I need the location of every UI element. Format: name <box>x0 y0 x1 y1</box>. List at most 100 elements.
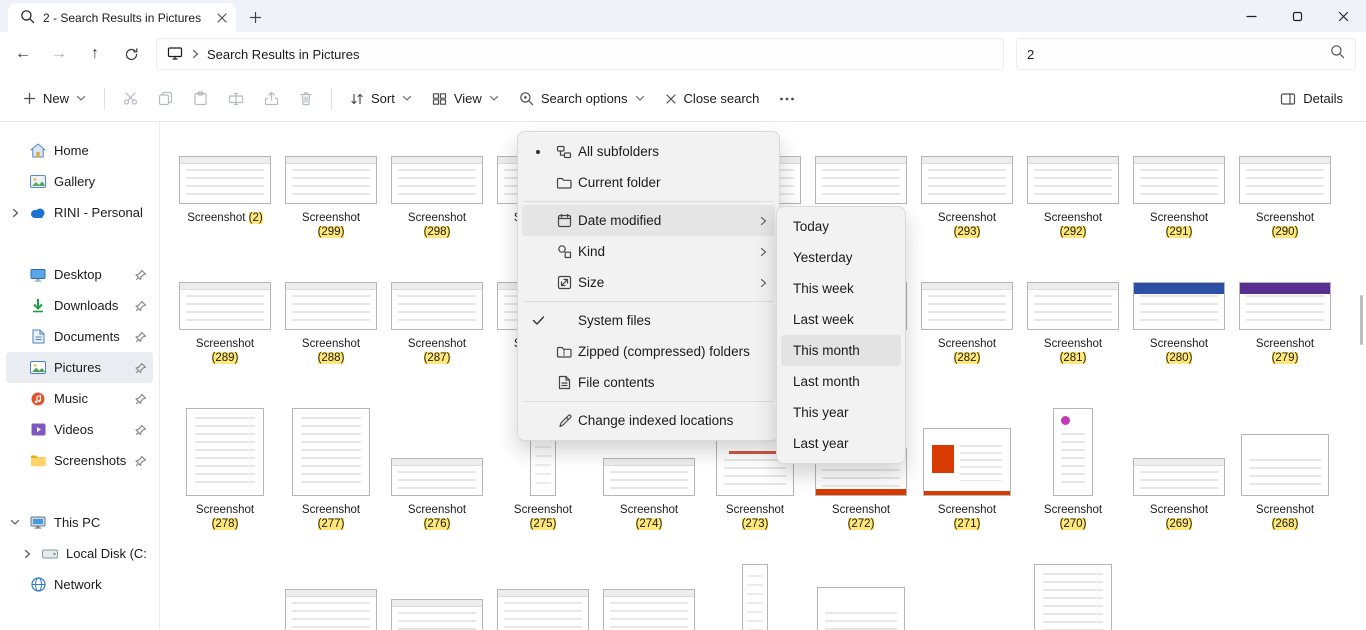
submenu-item-last-year[interactable]: Last year <box>781 428 901 459</box>
sidebar-item-downloads[interactable]: Downloads <box>6 290 153 321</box>
more-options-button[interactable] <box>770 82 804 116</box>
menu-item-file-contents[interactable]: File contents <box>522 367 775 398</box>
menu-item-current-folder[interactable]: Current folder <box>522 167 775 198</box>
forward-button[interactable]: → <box>42 38 76 70</box>
sidebar-item-documents[interactable]: Documents <box>6 321 153 352</box>
file-item[interactable]: Screenshot (289) <box>172 252 278 378</box>
menu-item-size[interactable]: Size <box>522 267 775 298</box>
file-item[interactable]: Screenshot (282) <box>914 252 1020 378</box>
file-item[interactable]: Screenshot (292) <box>1020 126 1126 252</box>
submenu-item-this-year[interactable]: This year <box>781 397 901 428</box>
file-item[interactable] <box>1020 545 1126 630</box>
sidebar-item-videos[interactable]: Videos <box>6 414 153 445</box>
search-box[interactable] <box>1016 38 1356 70</box>
file-item[interactable]: Screenshot (270) <box>1020 378 1126 545</box>
chevron-right-icon[interactable] <box>8 208 22 218</box>
cut-button[interactable] <box>114 82 147 116</box>
menu-item-date-modified[interactable]: Date modified <box>522 205 775 236</box>
sidebar-item-pictures[interactable]: Pictures <box>6 352 153 383</box>
search-match-highlight: (268) <box>1272 518 1299 530</box>
back-button[interactable]: ← <box>6 38 40 70</box>
file-item[interactable] <box>808 545 914 630</box>
menu-item-kind[interactable]: Kind <box>522 236 775 267</box>
sort-button[interactable]: Sort <box>341 82 421 116</box>
address-bar[interactable]: Search Results in Pictures <box>156 38 1004 70</box>
menu-item-system-files[interactable]: System files <box>522 305 775 336</box>
menu-item-change-indexed-locations[interactable]: Change indexed locations <box>522 405 775 436</box>
minimize-button[interactable] <box>1228 0 1274 32</box>
file-item[interactable]: Screenshot (2) <box>172 126 278 252</box>
sidebar-item-local-disk-c[interactable]: Local Disk (C:) <box>18 538 153 569</box>
menu-item-zipped-compressed-folders[interactable]: Zipped (compressed) folders <box>522 336 775 367</box>
details-button[interactable]: Details <box>1271 82 1352 116</box>
submenu-item-last-month[interactable]: Last month <box>781 366 901 397</box>
breadcrumb[interactable]: Search Results in Pictures <box>207 47 359 62</box>
sidebar-item-home[interactable]: Home <box>6 135 153 166</box>
submenu-item-this-week[interactable]: This week <box>781 273 901 304</box>
new-tab-button[interactable] <box>240 4 270 30</box>
submenu-item-today[interactable]: Today <box>781 211 901 242</box>
search-options-button[interactable]: Search options <box>510 82 654 116</box>
file-item[interactable]: Screenshot (268) <box>1232 378 1338 545</box>
file-item[interactable]: Screenshot (288) <box>278 252 384 378</box>
chevron-down-icon[interactable] <box>8 519 22 526</box>
file-item[interactable]: Screenshot (277) <box>278 378 384 545</box>
sidebar-item-label: Downloads <box>54 298 129 313</box>
copy-button[interactable] <box>149 82 182 116</box>
file-item[interactable]: Screenshot (278) <box>172 378 278 545</box>
file-item[interactable]: Screenshot (299) <box>278 126 384 252</box>
view-button[interactable]: View <box>423 82 508 116</box>
search-match-highlight: (275) <box>530 518 557 530</box>
thumbnail-wrap <box>808 545 914 630</box>
sidebar-item-desktop[interactable]: Desktop <box>6 259 153 290</box>
submenu-item-last-week[interactable]: Last week <box>781 304 901 335</box>
maximize-button[interactable] <box>1274 0 1320 32</box>
file-item[interactable] <box>596 545 702 630</box>
sidebar-item-screenshots[interactable]: Screenshots <box>6 445 153 476</box>
share-button[interactable] <box>255 82 288 116</box>
close-search-button[interactable]: Close search <box>656 82 769 116</box>
paste-button[interactable] <box>184 82 217 116</box>
explorer-tab[interactable]: 2 - Search Results in Pictures <box>8 3 236 32</box>
sidebar-item-gallery[interactable]: Gallery <box>6 166 153 197</box>
scrollbar-thumb[interactable] <box>1360 295 1363 345</box>
file-item[interactable]: Screenshot (269) <box>1126 378 1232 545</box>
file-item[interactable] <box>384 545 490 630</box>
thumbnail-wrap <box>1232 378 1338 496</box>
file-item[interactable]: Screenshot (298) <box>384 126 490 252</box>
file-item[interactable]: Screenshot (280) <box>1126 252 1232 378</box>
refresh-button[interactable] <box>114 38 148 70</box>
sort-icon <box>350 92 364 106</box>
up-button[interactable]: ↑ <box>78 38 112 70</box>
file-item[interactable] <box>490 545 596 630</box>
sidebar-item-this-pc[interactable]: This PC <box>6 507 153 538</box>
submenu-item-this-month[interactable]: This month <box>781 335 901 366</box>
thumbnail-wrap <box>172 126 278 204</box>
chevron-right-icon[interactable] <box>20 549 34 559</box>
close-window-button[interactable] <box>1320 0 1366 32</box>
rename-icon <box>228 92 244 106</box>
rename-button[interactable] <box>219 82 253 116</box>
delete-button[interactable] <box>290 82 322 116</box>
submenu-item-yesterday[interactable]: Yesterday <box>781 242 901 273</box>
file-item[interactable]: Screenshot (271) <box>914 378 1020 545</box>
file-item[interactable]: Screenshot (276) <box>384 378 490 545</box>
file-item[interactable]: Screenshot (291) <box>1126 126 1232 252</box>
view-button-label: View <box>454 91 482 106</box>
tab-close-icon[interactable] <box>216 12 228 24</box>
file-item[interactable]: Screenshot (281) <box>1020 252 1126 378</box>
file-item[interactable] <box>278 545 384 630</box>
file-item[interactable]: Screenshot (290) <box>1232 126 1338 252</box>
search-input[interactable] <box>1027 47 1330 62</box>
sort-button-label: Sort <box>371 91 395 106</box>
file-item[interactable] <box>702 545 808 630</box>
file-item[interactable]: Screenshot (279) <box>1232 252 1338 378</box>
menu-item-all-subfolders[interactable]: All subfolders <box>522 136 775 167</box>
file-item <box>914 545 1020 630</box>
sidebar-item-rini-personal[interactable]: RINI - Personal <box>6 197 153 228</box>
new-button[interactable]: New <box>14 82 95 116</box>
file-item[interactable]: Screenshot (287) <box>384 252 490 378</box>
sidebar-item-music[interactable]: Music <box>6 383 153 414</box>
file-item[interactable]: Screenshot (293) <box>914 126 1020 252</box>
sidebar-item-network[interactable]: Network <box>6 569 153 600</box>
